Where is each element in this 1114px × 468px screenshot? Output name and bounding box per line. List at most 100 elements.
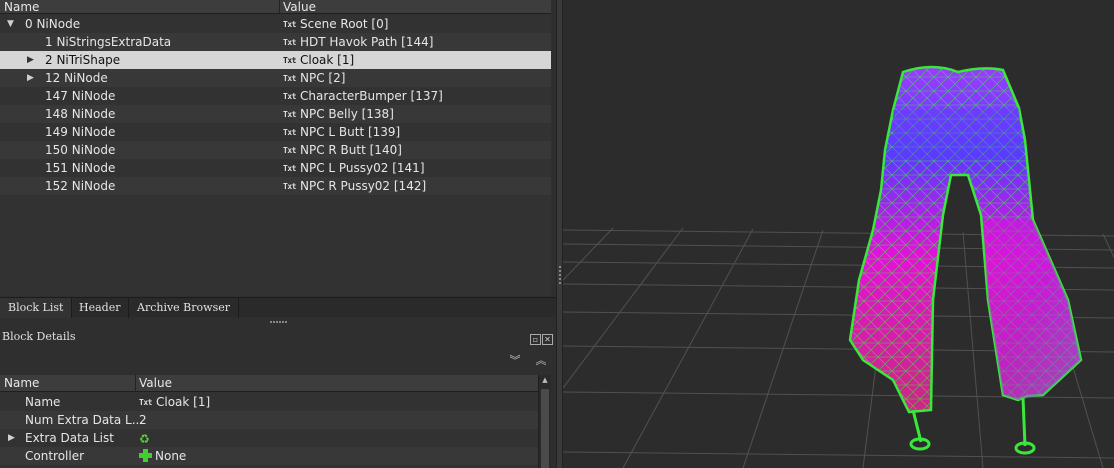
tab-header[interactable]: Header — [71, 298, 130, 318]
details-column-separator[interactable] — [135, 375, 136, 392]
tree-row-value: Txt NPC R Butt [140] — [283, 141, 402, 160]
expand-arrow-icon[interactable]: ▶ — [8, 429, 15, 447]
tree-row-name: 1 NiStringsExtraData — [45, 35, 172, 49]
tree-row-value-text: Scene Root [0] — [300, 17, 389, 31]
render-viewport[interactable] — [563, 0, 1114, 468]
tree-row-value-text: NPC L Pussy02 [141] — [300, 161, 425, 175]
tree-row-name: 0 NiNode — [25, 17, 81, 31]
close-icon[interactable]: ✕ — [542, 334, 553, 345]
details-column-name[interactable]: Name — [4, 375, 39, 392]
tree-row-name: 149 NiNode — [45, 125, 116, 139]
column-value-header[interactable]: Value — [283, 0, 316, 14]
tree-row-value: Txt NPC L Butt [139] — [283, 123, 400, 142]
scroll-thumb[interactable] — [541, 389, 549, 468]
splitter-grip[interactable] — [559, 266, 561, 286]
details-scrollbar[interactable]: ▲ — [538, 375, 551, 468]
tree-row-value-text: NPC [2] — [300, 71, 346, 85]
txt-icon: Txt — [283, 146, 296, 155]
tree-row-value-text: Cloak [1] — [300, 53, 355, 67]
tree-row[interactable]: 150 NiNode Txt NPC R Butt [140] — [0, 141, 551, 159]
tab-block-list[interactable]: Block List — [0, 298, 73, 318]
txt-icon: Txt — [283, 164, 296, 173]
txt-icon: Txt — [283, 20, 296, 29]
tree-row-value: Txt NPC [2] — [283, 69, 345, 88]
float-icon[interactable]: ▫ — [530, 334, 541, 345]
green-plus-icon[interactable] — [139, 449, 152, 462]
tree-row-value: Txt NPC Belly [138] — [283, 105, 394, 124]
tree-row-value-text: CharacterBumper [137] — [300, 89, 443, 103]
txt-icon: Txt — [283, 110, 296, 119]
txt-icon: Txt — [283, 182, 296, 191]
tree-row[interactable]: 151 NiNode Txt NPC L Pussy02 [141] — [0, 159, 551, 177]
tree-row-value-text: NPC R Pussy02 [142] — [300, 179, 427, 193]
dock-resize-handle[interactable] — [270, 321, 288, 323]
scroll-up-icon[interactable]: ▲ — [540, 376, 550, 386]
tree-row[interactable]: 148 NiNode Txt NPC Belly [138] — [0, 105, 551, 123]
tree-row[interactable]: 149 NiNode Txt NPC L Butt [139] — [0, 123, 551, 141]
tree-row[interactable]: 147 NiNode Txt CharacterBumper [137] — [0, 87, 551, 105]
collapse-arrow-icon[interactable]: ▼ — [7, 15, 14, 33]
tree-row-name: 151 NiNode — [45, 161, 116, 175]
expand-arrow-icon[interactable]: ▶ — [27, 51, 34, 69]
detail-field-value[interactable]: 2 — [139, 411, 147, 429]
tree-row[interactable]: ▶ 12 NiNode Txt NPC [2] — [0, 69, 551, 87]
tree-row-name: 2 NiTriShape — [45, 53, 121, 67]
detail-value-text: Cloak [1] — [156, 395, 211, 409]
tree-row-name: 150 NiNode — [45, 143, 116, 157]
tree-row-value: Txt Cloak [1] — [283, 51, 354, 70]
column-separator[interactable] — [279, 0, 280, 14]
tree-row[interactable]: ▶ 2 NiTriShape Txt Cloak [1] — [0, 51, 551, 69]
block-details-table[interactable]: Name Value Name Txt Cloak [1] Num Extra D… — [0, 375, 538, 468]
tree-row-value-text: HDT Havok Path [144] — [300, 35, 434, 49]
block-details-title: Block Details — [2, 330, 76, 343]
details-column-value[interactable]: Value — [139, 375, 172, 392]
tree-row-value: Txt HDT Havok Path [144] — [283, 33, 433, 52]
dock-buttons: ▫ ✕ — [529, 331, 553, 345]
tree-row-name: 147 NiNode — [45, 89, 116, 103]
details-header: Name Value — [0, 375, 538, 392]
detail-field-label: Num Extra Data L... — [25, 413, 144, 427]
detail-field-value[interactable]: Txt Cloak [1] — [139, 393, 210, 412]
chevron-double-down-icon[interactable]: ︾ — [508, 354, 522, 368]
viewport-canvas[interactable] — [563, 0, 1114, 468]
txt-icon: Txt — [283, 128, 296, 137]
detail-field-value[interactable]: None — [139, 447, 186, 465]
tree-row-value: Txt NPC L Pussy02 [141] — [283, 159, 425, 178]
detail-row-name[interactable]: Name Txt Cloak [1] — [0, 393, 538, 411]
tree-row[interactable]: 1 NiStringsExtraData Txt HDT Havok Path [1… — [0, 33, 551, 51]
block-list-header: Name Value — [0, 0, 551, 14]
tree-row-value-text: NPC Belly [138] — [300, 107, 394, 121]
block-list-tree[interactable]: Name Value ▼ 0 NiNode Txt Scene Root [0] 1 N… — [0, 0, 551, 296]
txt-icon: Txt — [139, 398, 152, 407]
tree-row[interactable]: 152 NiNode Txt NPC R Pussy02 [142] — [0, 177, 551, 195]
tab-archive-browser[interactable]: Archive Browser — [129, 298, 239, 318]
tree-row-name: 152 NiNode — [45, 179, 116, 193]
column-name-header[interactable]: Name — [4, 0, 39, 14]
tab-bar: Block List Header Archive Browser — [0, 297, 556, 318]
detail-row-controller[interactable]: Controller None — [0, 447, 538, 465]
detail-field-value[interactable]: ♻ — [139, 429, 150, 448]
detail-row-num-extra-data[interactable]: Num Extra Data L... 2 — [0, 411, 538, 429]
left-panel: Name Value ▼ 0 NiNode Txt Scene Root [0] 1 N… — [0, 0, 556, 468]
detail-value-text: None — [155, 449, 187, 463]
tree-row-value: Txt CharacterBumper [137] — [283, 87, 443, 106]
tree-row-value-text: NPC R Butt [140] — [300, 143, 402, 157]
txt-icon: Txt — [283, 56, 296, 65]
detail-field-label: Extra Data List — [25, 431, 114, 445]
detail-row-extra-data-list[interactable]: ▶ Extra Data List ♻ — [0, 429, 538, 447]
panel-splitter[interactable] — [556, 0, 563, 468]
tree-row-value-text: NPC L Butt [139] — [300, 125, 401, 139]
tree-row-name: 148 NiNode — [45, 107, 116, 121]
expand-arrow-icon[interactable]: ▶ — [27, 69, 34, 87]
detail-field-label: Controller — [25, 449, 85, 463]
detail-field-label: Name — [25, 395, 61, 409]
txt-icon: Txt — [283, 38, 296, 47]
recycle-icon[interactable]: ♻ — [139, 430, 150, 448]
chevron-double-up-icon[interactable]: ︽ — [534, 354, 548, 368]
tree-row-value: Txt Scene Root [0] — [283, 15, 388, 34]
txt-icon: Txt — [283, 92, 296, 101]
tree-row-value: Txt NPC R Pussy02 [142] — [283, 177, 426, 196]
txt-icon: Txt — [283, 74, 296, 83]
tree-row[interactable]: ▼ 0 NiNode Txt Scene Root [0] — [0, 15, 551, 33]
tree-row-name: 12 NiNode — [45, 71, 108, 85]
